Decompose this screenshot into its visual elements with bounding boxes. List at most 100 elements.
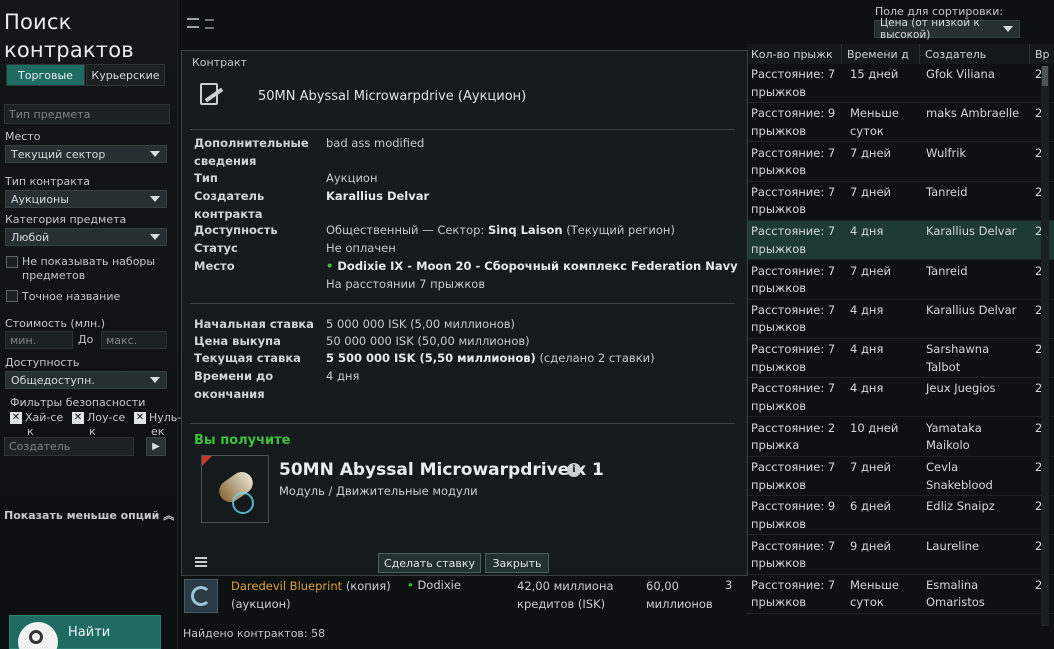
location-select[interactable]: Текущий сектор [5, 145, 167, 163]
table-row[interactable]: Расстояние: 7 прыжков 7 дней Tanreid 2 [746, 182, 1054, 221]
creator-cell: Esmalina Omaristos [926, 577, 985, 610]
hide-sets-checkbox[interactable] [6, 256, 18, 268]
close-button[interactable]: Закрыть [485, 553, 549, 573]
play-icon[interactable]: ▶ [146, 437, 166, 456]
table-row[interactable]: Расстояние: 7 прыжков 9 дней Laureline 2 [746, 536, 1054, 575]
info-icon[interactable]: i [567, 463, 581, 477]
jumps-cell: Расстояние: 9 прыжков [751, 499, 836, 531]
found-count: Найдено контрактов: 58 [183, 627, 326, 640]
divider [190, 129, 735, 130]
table-row[interactable]: Расстояние: 2 прыжка 10 дней Yamataka Maikol… [746, 418, 1054, 457]
column-header-creator[interactable]: Создатель [920, 44, 1030, 64]
place-distance: На расстоянии 7 прыжков [326, 277, 486, 291]
price-max-input[interactable]: макс. [101, 331, 167, 349]
table-row[interactable]: Расстояние: 7 прыжков 7 дней Wulfrik 2 [746, 143, 1054, 182]
jumps-cell: Расстояние: 7 прыжков [751, 145, 836, 178]
buyout-label: Цена выкупа [194, 334, 281, 348]
time-left-label: Времени до окончания [194, 369, 274, 401]
creator-cell: Gfok Viliana [926, 67, 995, 81]
place-link[interactable]: • Dodixie IX - Moon 20 - Сборочный компл… [326, 258, 738, 276]
security-filters-label: Фильтры безопасности [10, 396, 146, 409]
jumps-cell: Расстояние: 7 прыжков [751, 460, 836, 492]
availability-select[interactable]: Общедоступн. [5, 371, 167, 389]
table-row[interactable]: Расстояние: 7 прыжков Меньше суток Esmalina O… [746, 575, 1054, 614]
creator-input[interactable]: Создатель [4, 437, 134, 456]
jumps-cell: Расстояние: 7 прыжков [751, 302, 836, 335]
bottom-row-name[interactable]: Daredevil Blueprint (копия) (аукцион) [231, 577, 391, 613]
bottom-row-bid: 60,00 миллионов [646, 579, 713, 611]
time-cell: 15 дней [850, 67, 899, 81]
current-bid-label: Текущая ставка [194, 351, 301, 365]
table-row[interactable]: Расстояние: 7 прыжков 4 дня Sarshawna Talbot… [746, 339, 1054, 379]
hide-sets-label: Не показывать наборы предметов [22, 255, 156, 282]
column-header-time[interactable]: Времени д [842, 44, 920, 64]
time-cell: 4 дня [850, 342, 884, 357]
start-bid-value: 5 000 000 ISK (5,00 миллионов) [326, 317, 515, 331]
creator-link[interactable]: Karallius Delvar [326, 188, 429, 206]
table-row[interactable]: Расстояние: 7 прыжков 7 дней Tanreid 2 [746, 261, 1054, 300]
show-less-options[interactable]: Показать меньше опций ︽ [4, 507, 174, 523]
place-bid-button[interactable]: Сделать ставку [378, 553, 481, 573]
microwarpdrive-icon[interactable] [201, 455, 269, 523]
table-row[interactable]: Расстояние: 7 прыжков 4 дня Jeux Juegios 2 [746, 378, 1054, 418]
time-cell: 7 дней [850, 184, 891, 199]
bottom-row-count: 3 [725, 578, 733, 592]
item-name: 50MN Abyssal Microwarpdrive x 1 [279, 460, 604, 480]
creator-cell: Sarshawna Talbot [926, 342, 990, 374]
item-type-input[interactable]: Тип предмета [4, 104, 170, 124]
list-view-icon[interactable] [187, 18, 199, 28]
jumps-cell: Расстояние: 7 прыжков [751, 263, 836, 296]
chevron-up-icon: ︽ [163, 509, 175, 522]
table-row[interactable]: Расстояние: 7 прыжков 7 дней Cevla Snakebloo… [746, 457, 1054, 496]
jumps-cell: Расстояние: 2 прыжка [751, 420, 836, 453]
region-link[interactable]: Sinq Laison [488, 223, 563, 237]
jumps-cell: Расстояние: 7 прыжков [751, 381, 836, 413]
page-title: Поиск контрактов [4, 10, 134, 62]
price-to-label: До [78, 333, 94, 346]
time-cell: 7 дней [850, 263, 891, 278]
highsec-checkbox[interactable]: ✕ [10, 412, 22, 424]
menu-icon[interactable] [195, 557, 207, 567]
time-cell: 9 дней [850, 538, 891, 553]
start-bid-label: Начальная ставка [194, 317, 314, 331]
chevron-down-icon [1003, 26, 1013, 32]
access-value: Общественный — Сектор: Sinq Laison (Теку… [326, 223, 675, 237]
lowsec-checkbox[interactable]: ✕ [72, 412, 84, 424]
location-label: Место [5, 130, 41, 143]
chevron-down-icon [150, 377, 160, 383]
contract-type-select[interactable]: Аукционы [5, 190, 167, 208]
table-row[interactable]: Расстояние: 7 прыжков 4 дня Karallius Delva… [746, 221, 1054, 261]
tab-trade[interactable]: Торговые [6, 64, 85, 86]
column-header-extra[interactable]: Вр [1030, 44, 1054, 64]
jumps-cell: Расстояние: 7 прыжков [751, 577, 836, 610]
time-cell: Меньше суток [850, 577, 899, 610]
creator-cell: Laureline [926, 538, 980, 553]
exact-name-checkbox[interactable] [6, 290, 18, 302]
time-cell: Меньше суток [850, 106, 899, 138]
you-get-heading: Вы получите [194, 433, 291, 448]
highsec-label: Хай-се к [25, 411, 64, 438]
table-row[interactable]: Расстояние: 9 прыжков 6 дней Edliz Snaipz 2 [746, 496, 1054, 536]
table-row[interactable]: Расстояние: 9 прыжков Меньше суток maks Ambr… [746, 103, 1054, 143]
place-label: Место [194, 259, 235, 273]
time-cell: 7 дней [850, 145, 891, 160]
sort-select[interactable]: Цена (от низкой к высокой) [874, 17, 1020, 41]
tab-courier[interactable]: Курьерские [86, 64, 165, 86]
jumps-cell: Расстояние: 7 прыжков [751, 224, 836, 256]
price-min-input[interactable]: мин. [5, 331, 73, 349]
column-header-jumps[interactable]: Кол-во прыжк [746, 44, 842, 64]
nullsec-checkbox[interactable]: ✕ [134, 412, 146, 424]
dialog-header: Контракт [192, 56, 247, 69]
detail-view-icon[interactable] [205, 19, 214, 29]
time-cell: 6 дней [850, 499, 891, 514]
time-left-value: 4 дня [326, 369, 360, 383]
current-bid-value: 5 500 000 ISK (5,50 миллионов) (сделано … [326, 351, 655, 365]
status-label: Статус [194, 241, 238, 255]
divider [190, 303, 735, 304]
item-category-select[interactable]: Любой [5, 228, 167, 246]
scrollbar[interactable] [1041, 66, 1049, 626]
bottom-row-price: 42,00 миллиона кредитов (ISK) [517, 579, 614, 611]
table-row[interactable]: Расстояние: 7 прыжков 4 дня Karallius Delva… [746, 300, 1054, 339]
table-row[interactable]: Расстояние: 7 прыжков 15 дней Gfok Viliana 2 [746, 64, 1054, 103]
blueprint-icon [184, 579, 218, 613]
